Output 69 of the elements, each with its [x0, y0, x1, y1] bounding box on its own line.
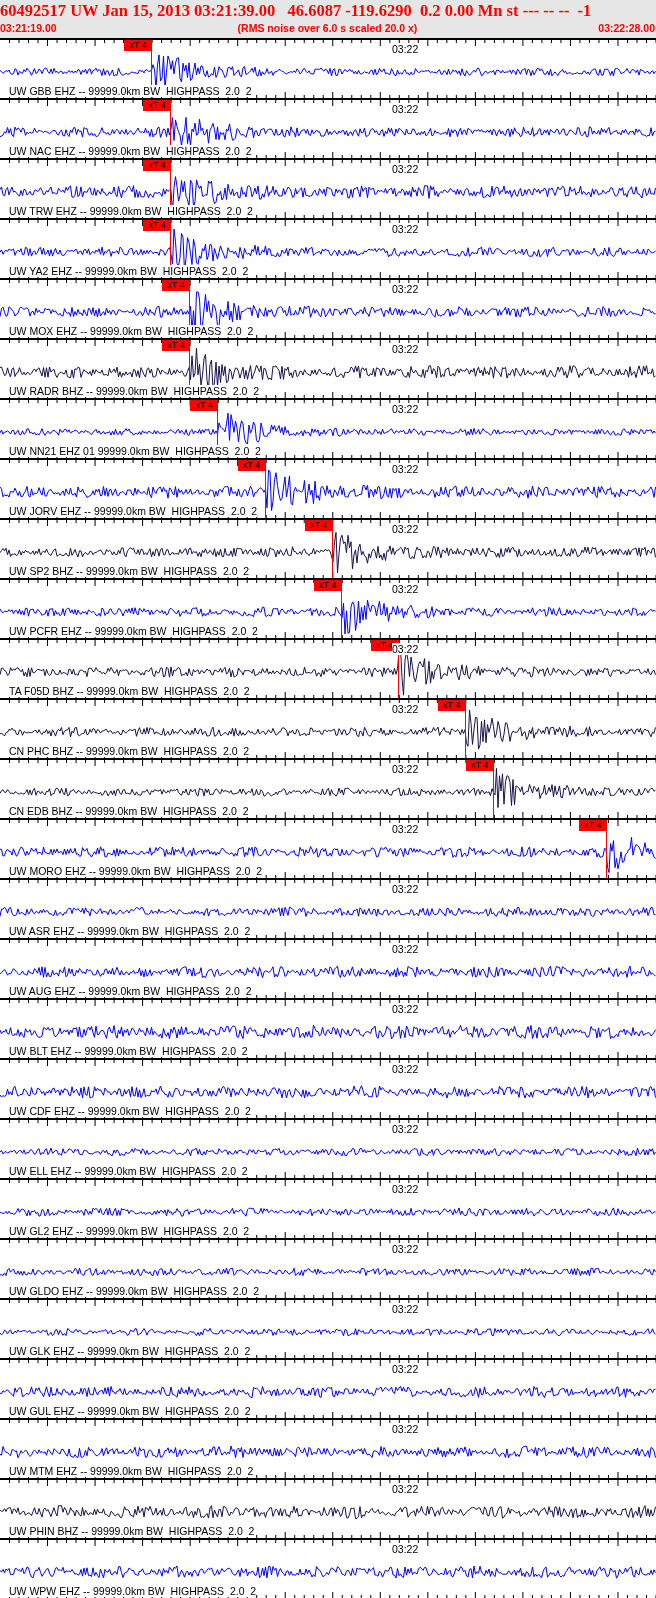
- time-label: 03:22: [392, 1243, 419, 1255]
- pick-label: xT 4: [304, 520, 333, 531]
- event-title: 60492517 UW Jan 15, 2013 03:21:39.00 46.6087 -119.6290 0.2 0.00 Mn st --- -- -- -1: [0, 0, 593, 21]
- pick-label: xT 4: [578, 820, 607, 831]
- pick-label: xT 4: [162, 340, 191, 351]
- station-label: UW WPW EHZ -- 99999.0km BW HIGHPASS 2.0 2: [9, 1585, 257, 1597]
- pick-label: xT 4: [162, 280, 191, 291]
- time-label: 03:22: [392, 343, 419, 355]
- time-label: 03:22: [392, 763, 419, 775]
- station-label: UW JORV EHZ -- 99999.0km BW HIGHPASS 2.0 2: [9, 505, 258, 517]
- station-label: UW GL2 EHZ -- 99999.0km BW HIGHPASS 2.0 2: [9, 1225, 250, 1237]
- time-label: 03:22: [392, 643, 419, 655]
- time-label: 03:22: [392, 823, 419, 835]
- pick-label: xT 4: [465, 760, 494, 771]
- start-time: 03:21:19.00: [0, 21, 57, 36]
- pick-label: xT 4: [313, 580, 342, 591]
- scale-note: (RMS noise over 6.0 s scaled 20.0 x): [237, 21, 418, 36]
- time-label: 03:22: [392, 1543, 419, 1555]
- time-label: 03:22: [392, 523, 419, 535]
- station-label: UW GBB EHZ -- 99999.0km BW HIGHPASS 2.0 2: [9, 85, 252, 97]
- time-label: 03:22: [392, 1063, 419, 1075]
- time-label: 03:22: [392, 103, 419, 115]
- time-label: 03:22: [392, 1483, 419, 1495]
- station-label: CN EDB BHZ -- 99999.0km BW HIGHPASS 2.0 2: [9, 805, 249, 817]
- time-label: 03:22: [392, 403, 419, 415]
- station-label: UW NAC EHZ -- 99999.0km BW HIGHPASS 2.0 2: [9, 145, 252, 157]
- pick-label: xT 4: [143, 160, 172, 171]
- station-label: TA F05D BHZ -- 99999.0km BW HIGHPASS 2.0 2: [9, 685, 250, 697]
- station-label: UW GLDO EHZ -- 99999.0km BW HIGHPASS 2.0 2: [9, 1285, 260, 1297]
- pick-label: xT 4: [190, 400, 219, 411]
- pick-label: xT 4: [143, 100, 172, 111]
- station-label: UW GUL EHZ -- 99999.0km BW HIGHPASS 2.0 2: [9, 1405, 251, 1417]
- time-label: 03:22: [392, 1303, 419, 1315]
- time-label: 03:22: [392, 1183, 419, 1195]
- station-label: UW MTM EHZ -- 99999.0km BW HIGHPASS 2.0 2: [9, 1465, 254, 1477]
- station-label: UW PCFR EHZ -- 99999.0km BW HIGHPASS 2.0 2: [9, 625, 258, 637]
- pick-label: xT 4: [143, 220, 172, 231]
- station-label: UW BLT EHZ -- 99999.0km BW HIGHPASS 2.0 2: [9, 1045, 248, 1057]
- time-label: 03:22: [392, 943, 419, 955]
- time-label: 03:22: [392, 703, 419, 715]
- time-label: 03:22: [392, 1363, 419, 1375]
- time-label: 03:22: [392, 463, 419, 475]
- station-label: UW ELL EHZ -- 99999.0km BW HIGHPASS 2.0 2: [9, 1165, 248, 1177]
- station-label: UW CDF EHZ -- 99999.0km BW HIGHPASS 2.0 2: [9, 1105, 251, 1117]
- time-label: 03:22: [392, 1123, 419, 1135]
- station-label: UW TRW EHZ -- 99999.0km BW HIGHPASS 2.0 2: [9, 205, 253, 217]
- station-label: UW NN21 EHZ 01 99999.0km BW HIGHPASS 2.0 2: [9, 445, 261, 457]
- time-label: 03:22: [392, 163, 419, 175]
- time-label: 03:22: [392, 583, 419, 595]
- time-label: 03:22: [392, 223, 419, 235]
- station-label: UW MORO EHZ -- 99999.0km BW HIGHPASS 2.0 2: [9, 865, 263, 877]
- station-label: UW MOX EHZ -- 99999.0km BW HIGHPASS 2.0 2: [9, 325, 254, 337]
- time-label: 03:22: [392, 283, 419, 295]
- pick-label: xT 4: [237, 460, 266, 471]
- pick-label: xT 4: [437, 700, 466, 711]
- station-label: UW SP2 BHZ -- 99999.0km BW HIGHPASS 2.0 2: [9, 565, 250, 577]
- time-label: 03:22: [392, 43, 419, 55]
- station-label: UW RADR BHZ -- 99999.0km BW HIGHPASS 2.0 2: [9, 385, 260, 397]
- station-label: UW YA2 EHZ -- 99999.0km BW HIGHPASS 2.0 2: [9, 265, 249, 277]
- end-time: 03:22:28.00: [598, 21, 655, 36]
- time-label: 03:22: [392, 883, 419, 895]
- station-label: UW AUG EHZ -- 99999.0km BW HIGHPASS 2.0 2: [9, 985, 252, 997]
- station-label: UW ASR EHZ -- 99999.0km BW HIGHPASS 2.0 2: [9, 925, 251, 937]
- station-label: UW GLK EHZ -- 99999.0km BW HIGHPASS 2.0 2: [9, 1345, 251, 1357]
- time-label: 03:22: [392, 1423, 419, 1435]
- pick-label: xT 4: [124, 40, 153, 51]
- station-label: CN PHC BHZ -- 99999.0km BW HIGHPASS 2.0 2: [9, 745, 250, 757]
- station-label: UW PHIN BHZ -- 99999.0km BW HIGHPASS 2.0 2: [9, 1525, 255, 1537]
- time-label: 03:22: [392, 1003, 419, 1015]
